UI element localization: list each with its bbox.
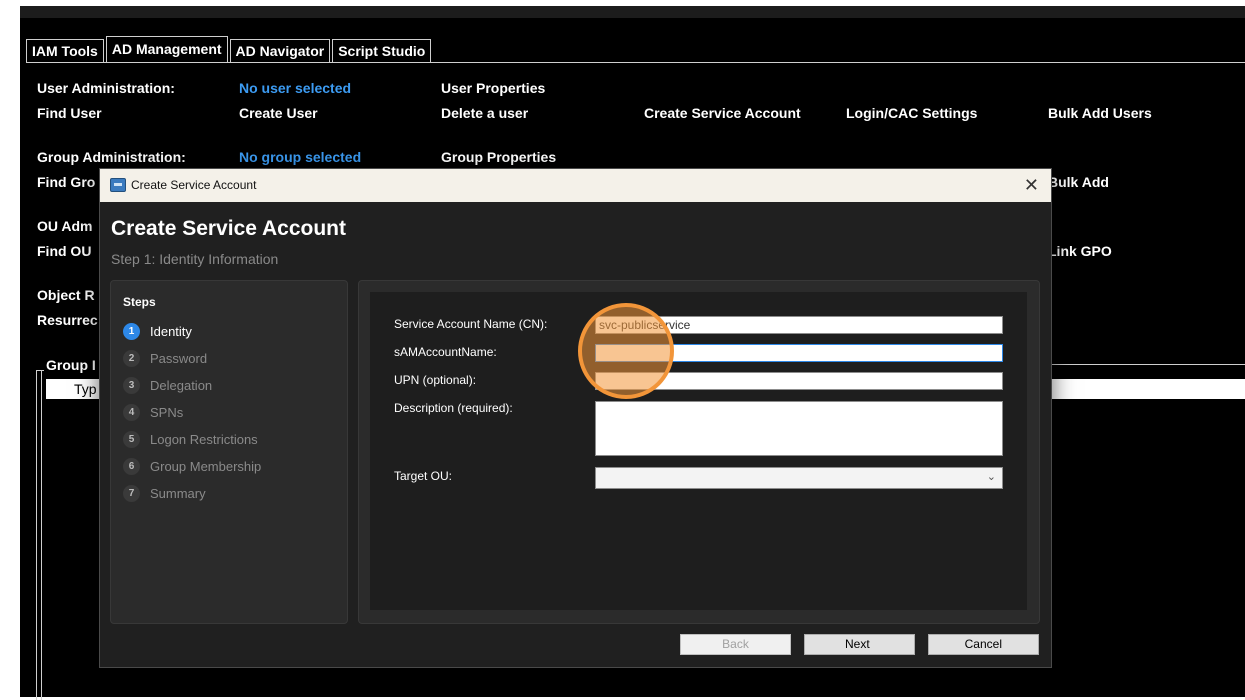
find-group-link[interactable]: Find Gro	[37, 174, 95, 190]
step-delegation: 3 Delegation	[123, 375, 212, 395]
group-info-title: Group I	[46, 357, 96, 373]
dialog-window-title: Create Service Account	[131, 178, 257, 192]
dialog-titlebar[interactable]: Create Service Account ✕	[100, 169, 1051, 202]
find-ou-link[interactable]: Find OU	[37, 243, 91, 259]
step-label: SPNs	[150, 404, 184, 420]
step-number-badge: 1	[123, 322, 140, 340]
close-icon[interactable]: ✕	[1024, 175, 1039, 195]
tab-script-studio[interactable]: Script Studio	[332, 39, 432, 62]
step-number-badge: 5	[123, 430, 140, 448]
cancel-button[interactable]: Cancel	[928, 634, 1039, 655]
identity-form: Service Account Name (CN): sAMAccountNam…	[370, 292, 1027, 610]
groupbox-border-right	[1050, 364, 1245, 365]
bulk-add-group-link[interactable]: Bulk Add	[1048, 174, 1109, 190]
group-info-box	[36, 370, 42, 700]
upn-label: UPN (optional):	[394, 373, 477, 387]
step-number-badge: 7	[123, 484, 140, 502]
step-password: 2 Password	[123, 348, 207, 368]
step-number-badge: 4	[123, 403, 140, 421]
find-user-link[interactable]: Find User	[37, 105, 102, 121]
target-ou-select[interactable]: ⌄	[595, 467, 1003, 489]
step-group-membership: 6 Group Membership	[123, 456, 261, 476]
sam-label: sAMAccountName:	[394, 345, 497, 359]
resurrect-link[interactable]: Resurrec	[37, 312, 98, 328]
list-header-type[interactable]: Typ	[46, 379, 106, 399]
tab-ad-management[interactable]: AD Management	[105, 36, 228, 62]
step-label: Logon Restrictions	[150, 431, 258, 447]
step-logon-restrictions: 5 Logon Restrictions	[123, 429, 258, 449]
create-service-account-link[interactable]: Create Service Account	[644, 105, 801, 121]
step-spns: 4 SPNs	[123, 402, 183, 422]
object-recovery-heading: Object R	[37, 287, 95, 303]
identity-form-panel: Service Account Name (CN): sAMAccountNam…	[358, 280, 1040, 624]
app-window-icon	[110, 178, 126, 192]
delete-user-link[interactable]: Delete a user	[441, 105, 528, 121]
steps-title: Steps	[123, 295, 156, 309]
next-button[interactable]: Next	[804, 634, 915, 655]
description-label: Description (required):	[394, 401, 513, 415]
user-properties-link[interactable]: User Properties	[441, 80, 545, 96]
step-number-badge: 3	[123, 376, 140, 394]
step-label: Group Membership	[150, 458, 262, 474]
ou-admin-heading: OU Adm	[37, 218, 93, 234]
click-highlight-indicator	[578, 303, 674, 399]
chevron-down-icon: ⌄	[986, 471, 996, 483]
create-service-account-dialog: Create Service Account ✕ Create Service …	[99, 168, 1052, 668]
step-number-badge: 6	[123, 457, 140, 475]
target-ou-label: Target OU:	[394, 469, 453, 483]
step-number-badge: 2	[123, 349, 140, 367]
tab-iam-tools[interactable]: IAM Tools	[26, 39, 104, 62]
user-selected-status: No user selected	[239, 80, 352, 96]
cn-label: Service Account Name (CN):	[394, 317, 548, 331]
create-user-link[interactable]: Create User	[239, 105, 318, 121]
group-admin-heading: Group Administration:	[37, 149, 186, 165]
bulk-add-users-link[interactable]: Bulk Add Users	[1048, 105, 1152, 121]
group-selected-status: No group selected	[239, 149, 362, 165]
description-textarea[interactable]	[595, 401, 1003, 456]
tab-divider	[26, 62, 1245, 63]
link-gpo-link[interactable]: Link GPO	[1048, 243, 1112, 259]
dialog-heading: Create Service Account	[111, 217, 346, 240]
main-tab-bar: IAM Tools AD Management AD Navigator Scr…	[26, 36, 433, 62]
step-label: Summary	[150, 485, 206, 501]
step-label: Identity	[150, 323, 192, 339]
tab-ad-navigator[interactable]: AD Navigator	[229, 39, 331, 62]
back-button[interactable]: Back	[680, 634, 791, 655]
login-cac-settings-link[interactable]: Login/CAC Settings	[846, 105, 977, 121]
step-summary: 7 Summary	[123, 483, 206, 503]
user-admin-heading: User Administration:	[37, 80, 175, 96]
list-header-right	[1050, 379, 1245, 399]
step-identity: 1 Identity	[123, 321, 192, 341]
dialog-step-subheading: Step 1: Identity Information	[111, 251, 279, 267]
group-properties-link[interactable]: Group Properties	[441, 149, 556, 165]
step-label: Password	[150, 350, 208, 366]
step-label: Delegation	[150, 377, 213, 393]
steps-panel: Steps 1 Identity 2 Password 3 Delegation…	[110, 280, 348, 624]
